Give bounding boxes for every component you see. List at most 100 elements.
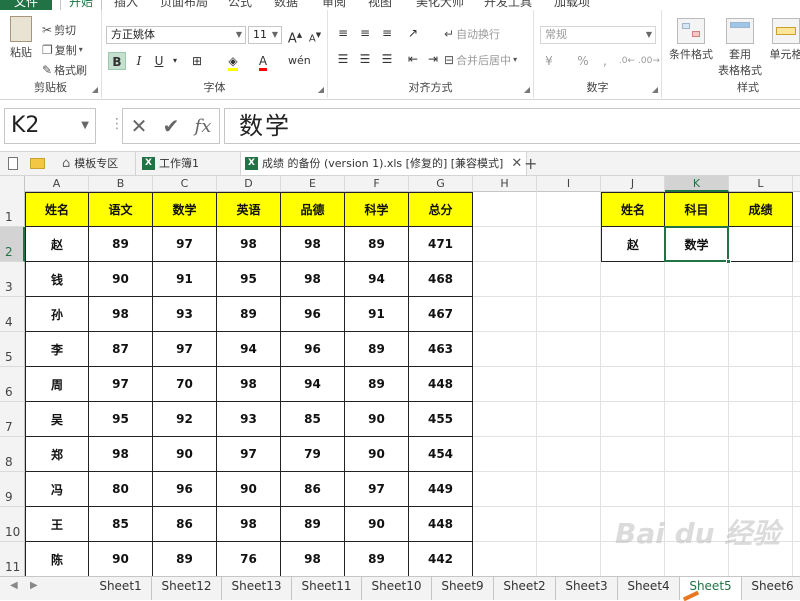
dialog-launcher-icon[interactable]: ◢ (652, 85, 658, 94)
ribbon-tab-3[interactable]: 插入 (114, 0, 138, 10)
orientation-button[interactable]: ↗ (404, 24, 422, 42)
new-document-button[interactable] (8, 152, 18, 175)
table-cell[interactable]: 454 (409, 437, 473, 472)
name-box[interactable]: K2 ▼ (4, 108, 96, 144)
row-header-11[interactable]: 11 (0, 542, 25, 576)
copy-button[interactable]: ❐ 复制 ▾ (42, 42, 83, 58)
table-cell[interactable]: 98 (89, 297, 153, 332)
number-format-select[interactable]: 常规 ▼ (540, 26, 656, 44)
table-cell[interactable]: 郑 (25, 437, 89, 472)
table-header-cell[interactable]: 数学 (153, 192, 217, 227)
table-cell[interactable]: 97 (153, 227, 217, 262)
table-cell[interactable]: 97 (89, 367, 153, 402)
sheet-tab-sheet2[interactable]: Sheet2 (494, 577, 556, 600)
column-header-a[interactable]: A (25, 176, 89, 192)
insert-function-icon[interactable]: fx (195, 116, 212, 137)
lookup-cell[interactable]: 赵 (601, 227, 665, 262)
table-cell[interactable]: 90 (345, 507, 409, 542)
table-cell[interactable]: 89 (345, 367, 409, 402)
table-cell[interactable]: 97 (153, 332, 217, 367)
table-cell[interactable]: 89 (217, 297, 281, 332)
table-cell[interactable]: 95 (89, 402, 153, 437)
italic-button[interactable]: I (130, 52, 148, 70)
table-cell[interactable]: 91 (345, 297, 409, 332)
sheet-tab-sheet12[interactable]: Sheet12 (152, 577, 222, 600)
font-size-select[interactable]: 11 ▼ (248, 26, 282, 44)
align-middle-button[interactable]: ≡ (356, 24, 374, 42)
table-cell[interactable]: 70 (153, 367, 217, 402)
table-cell[interactable]: 97 (217, 437, 281, 472)
column-header-l[interactable]: L (729, 176, 793, 192)
table-cell[interactable]: 李 (25, 332, 89, 367)
format-as-table-button[interactable]: 套用 表格格式 (714, 18, 766, 78)
column-header-f[interactable]: F (345, 176, 409, 192)
align-left-button[interactable]: ☰ (334, 50, 352, 68)
table-cell[interactable]: 442 (409, 542, 473, 576)
borders-button[interactable]: ⊞ (188, 52, 206, 70)
table-cell[interactable]: 赵 (25, 227, 89, 262)
table-cell[interactable]: 98 (281, 227, 345, 262)
merge-center-button[interactable]: ⊟ 合并后居中 ▾ (444, 52, 517, 68)
select-all-corner[interactable] (0, 176, 25, 192)
currency-button[interactable]: ¥ (540, 52, 558, 70)
table-cell[interactable]: 97 (345, 472, 409, 507)
row-header-7[interactable]: 7 (0, 402, 25, 437)
table-header-cell[interactable]: 姓名 (25, 192, 89, 227)
ribbon-tab-1[interactable]: 文件 (0, 0, 52, 10)
table-cell[interactable]: 96 (281, 297, 345, 332)
open-folder-button[interactable] (30, 152, 45, 175)
table-cell[interactable]: 448 (409, 367, 473, 402)
column-header-h[interactable]: H (473, 176, 537, 192)
ribbon-tab-10[interactable]: 开发工具 (484, 0, 532, 10)
table-cell[interactable]: 76 (217, 542, 281, 576)
table-cell[interactable]: 471 (409, 227, 473, 262)
table-cell[interactable]: 98 (281, 542, 345, 576)
ribbon-tab-5[interactable]: 公式 (228, 0, 252, 10)
table-cell[interactable]: 96 (281, 332, 345, 367)
table-cell[interactable]: 90 (89, 262, 153, 297)
ribbon-tab-7[interactable]: 审阅 (322, 0, 346, 10)
align-top-button[interactable]: ≡ (334, 24, 352, 42)
table-cell[interactable]: 98 (217, 227, 281, 262)
paste-button[interactable]: 粘贴 (4, 16, 38, 60)
decrease-indent-button[interactable]: ⇤ (404, 50, 422, 68)
fill-color-button[interactable]: ◈ (224, 52, 242, 70)
ribbon-tab-8[interactable]: 视图 (368, 0, 392, 10)
table-cell[interactable]: 91 (153, 262, 217, 297)
table-header-cell[interactable]: 科学 (345, 192, 409, 227)
column-header-i[interactable]: I (537, 176, 601, 192)
lookup-cell[interactable] (729, 227, 793, 262)
column-header-e[interactable]: E (281, 176, 345, 192)
table-cell[interactable]: 周 (25, 367, 89, 402)
grow-font-button[interactable]: A▲ (286, 26, 304, 44)
table-cell[interactable]: 467 (409, 297, 473, 332)
table-cell[interactable]: 98 (217, 507, 281, 542)
table-cell[interactable]: 468 (409, 262, 473, 297)
table-cell[interactable]: 90 (89, 542, 153, 576)
dialog-launcher-icon[interactable]: ◢ (92, 85, 98, 94)
table-cell[interactable]: 孙 (25, 297, 89, 332)
font-name-select[interactable]: 方正姚体 ▼ (106, 26, 246, 44)
table-cell[interactable]: 87 (89, 332, 153, 367)
comma-button[interactable]: , (596, 52, 614, 70)
ribbon-tab-11[interactable]: 加载项 (554, 0, 590, 10)
table-cell[interactable]: 94 (345, 262, 409, 297)
enter-check-icon[interactable]: ✔ (163, 114, 180, 138)
table-cell[interactable]: 89 (345, 542, 409, 576)
row-header-5[interactable]: 5 (0, 332, 25, 367)
new-tab-button[interactable]: + (524, 152, 537, 175)
row-header-2[interactable]: 2 (0, 227, 25, 262)
table-cell[interactable]: 79 (281, 437, 345, 472)
column-header-d[interactable]: D (217, 176, 281, 192)
table-cell[interactable]: 80 (89, 472, 153, 507)
table-cell[interactable]: 98 (217, 367, 281, 402)
cancel-icon[interactable]: ✕ (131, 114, 148, 138)
table-cell[interactable]: 448 (409, 507, 473, 542)
table-cell[interactable]: 93 (217, 402, 281, 437)
sheet-tab-sheet3[interactable]: Sheet3 (556, 577, 618, 600)
wrap-text-button[interactable]: ↵ 自动换行 (444, 26, 500, 42)
shrink-font-button[interactable]: A▼ (306, 26, 324, 44)
ribbon-tab-4[interactable]: 页面布局 (160, 0, 208, 10)
column-header-b[interactable]: B (89, 176, 153, 192)
table-cell[interactable]: 94 (217, 332, 281, 367)
